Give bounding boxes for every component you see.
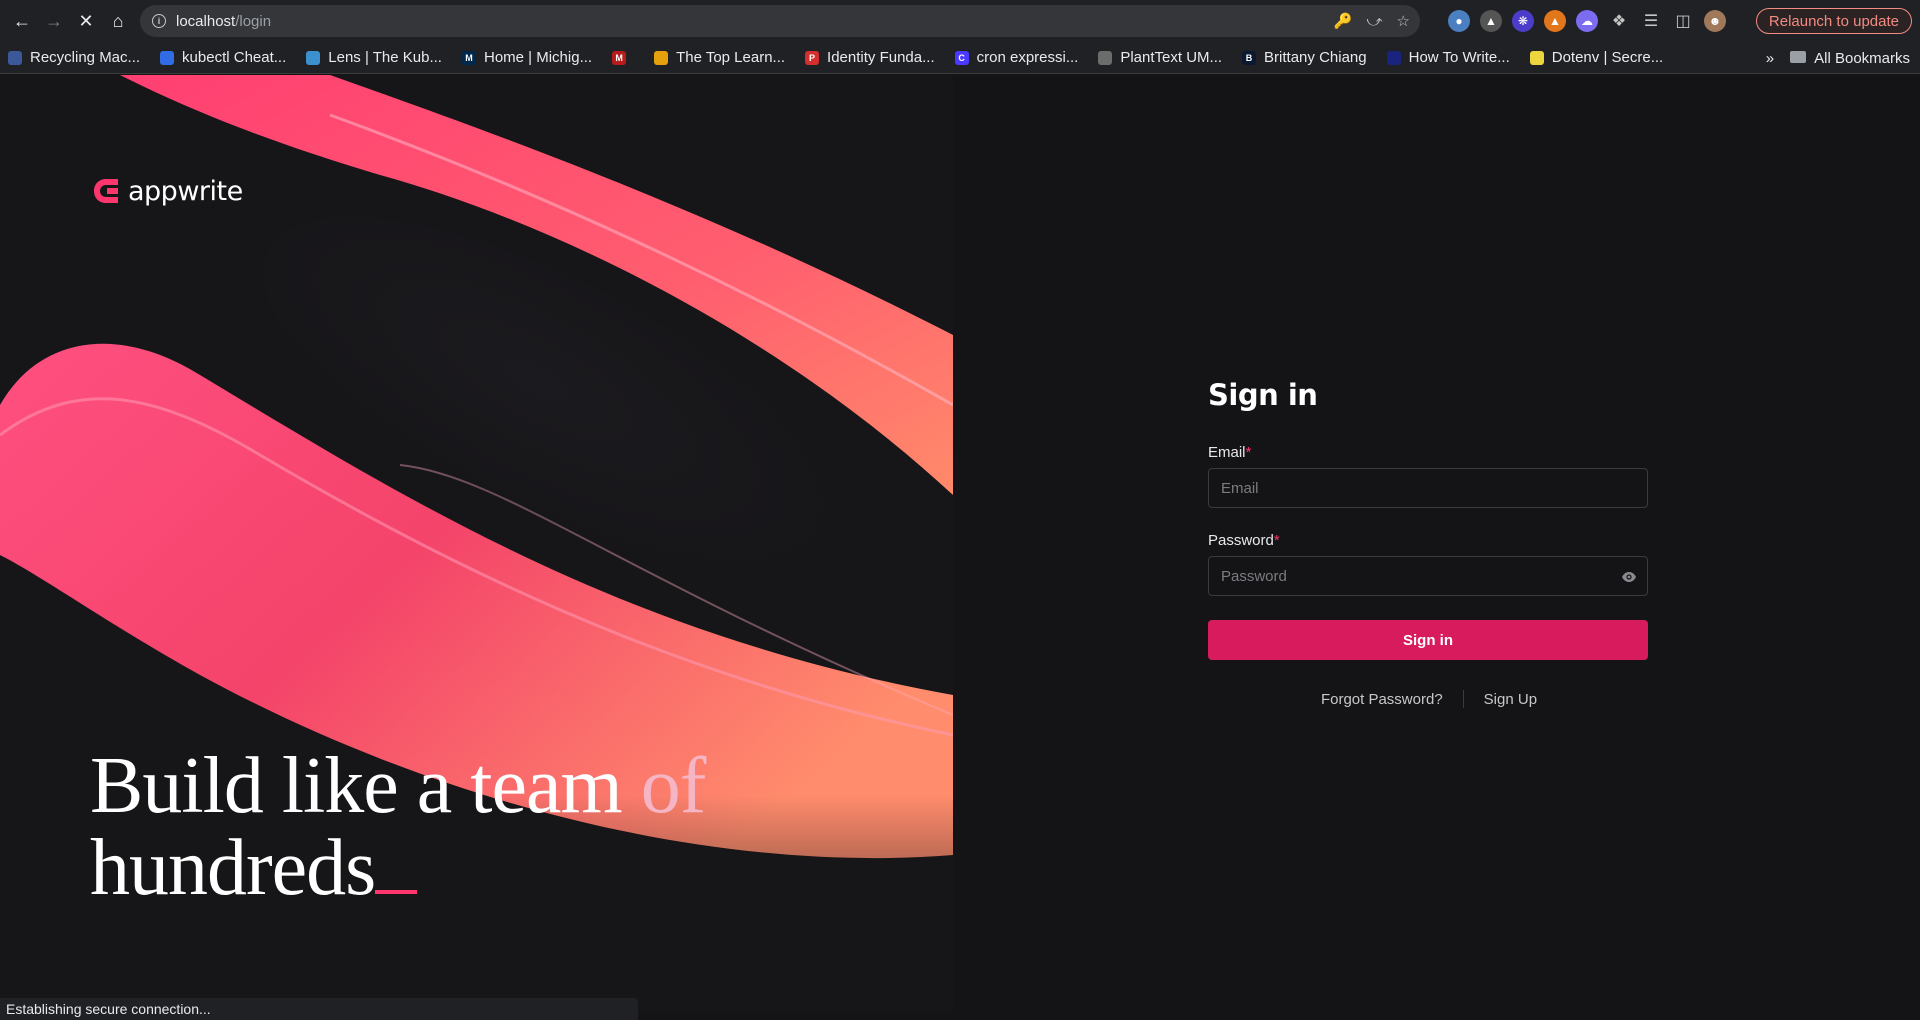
bookmark-label: cron expressi... bbox=[976, 49, 1079, 66]
bookmark-label: Dotenv | Secre... bbox=[1551, 49, 1664, 66]
bookmark-favicon-icon bbox=[1529, 50, 1544, 65]
typing-cursor bbox=[375, 890, 418, 894]
extension-icon[interactable]: ☁ bbox=[1576, 10, 1598, 32]
forgot-password-link[interactable]: Forgot Password? bbox=[1321, 691, 1443, 708]
all-bookmarks-label: All Bookmarks bbox=[1814, 49, 1910, 67]
url-host: localhost bbox=[176, 12, 236, 30]
share-icon[interactable]: ⤻ bbox=[1367, 13, 1383, 30]
metamask-icon[interactable]: ▲ bbox=[1544, 10, 1566, 32]
bookmark-label: How To Write... bbox=[1408, 49, 1510, 66]
bookmark-favicon-icon bbox=[1098, 50, 1113, 65]
bookmark-label: PlantText UM... bbox=[1120, 49, 1223, 66]
password-label: Password* bbox=[1208, 532, 1280, 549]
home-icon[interactable]: ⌂ bbox=[102, 5, 134, 37]
media-controls-icon[interactable]: ☰ bbox=[1640, 10, 1662, 32]
tagline-text: Build like a team bbox=[90, 742, 641, 830]
extension-icon[interactable]: ▲ bbox=[1480, 10, 1502, 32]
bookmark-item[interactable]: The Top Learn... bbox=[654, 49, 785, 66]
all-bookmarks-button[interactable]: All Bookmarks bbox=[1790, 50, 1910, 67]
bookmark-item[interactable]: P Identity Funda... bbox=[805, 49, 935, 66]
relaunch-button[interactable]: Relaunch to update bbox=[1755, 8, 1912, 34]
stop-loading-icon[interactable]: ✕ bbox=[70, 5, 102, 37]
sign-in-button[interactable]: Sign in bbox=[1208, 620, 1648, 660]
auth-links: Forgot Password? Sign Up bbox=[1208, 690, 1650, 708]
bookmark-item[interactable]: M Home | Michig... bbox=[461, 49, 593, 66]
browser-status-bar: Establishing secure connection... bbox=[0, 998, 638, 1020]
bookmark-item[interactable]: PlantText UM... bbox=[1098, 49, 1222, 66]
bookmark-favicon-icon: C bbox=[954, 50, 969, 65]
bookmark-item[interactable]: Dotenv | Secre... bbox=[1529, 49, 1664, 66]
extension-icon[interactable]: ● bbox=[1448, 10, 1470, 32]
email-field[interactable] bbox=[1221, 479, 1601, 497]
password-field-wrapper bbox=[1208, 556, 1648, 596]
bookmark-label: kubectl Cheat... bbox=[182, 49, 287, 66]
bookmark-favicon-icon: M bbox=[461, 50, 476, 65]
bookmark-favicon-icon bbox=[1386, 50, 1401, 65]
page-title: Sign in bbox=[1208, 378, 1318, 412]
login-page: appwrite Build like a team of hundreds E… bbox=[0, 75, 1920, 1020]
bookmark-item[interactable]: Ccron expressi... bbox=[954, 49, 1079, 66]
bookmark-label: Recycling Mac... bbox=[30, 49, 141, 66]
bookmark-label: Home | Michig... bbox=[483, 49, 593, 66]
bookmark-favicon-icon: P bbox=[805, 50, 820, 65]
bookmark-item[interactable]: kubectl Cheat... bbox=[160, 49, 286, 66]
bookmark-star-icon[interactable]: ☆ bbox=[1397, 12, 1410, 30]
url-path: /login bbox=[235, 12, 272, 30]
logo-text: appwrite bbox=[128, 175, 243, 207]
extension-icon[interactable]: ❋ bbox=[1512, 10, 1534, 32]
extensions-bar: ● ▲ ❋ ▲ ☁ ❖ ☰ ◫ ☻ bbox=[1448, 5, 1726, 37]
link-divider bbox=[1462, 690, 1464, 708]
bookmark-item[interactable]: B Brittany Chiang bbox=[1242, 49, 1367, 66]
site-info-icon[interactable]: i bbox=[152, 14, 166, 28]
tagline-text-accent: of bbox=[640, 742, 707, 830]
bookmark-item[interactable]: Recycling Mac... bbox=[8, 49, 140, 66]
password-key-icon[interactable]: 🔑 bbox=[1334, 12, 1353, 30]
tagline-text-line2: hundreds bbox=[90, 824, 376, 912]
bookmark-favicon-icon bbox=[306, 50, 321, 65]
email-field-wrapper bbox=[1208, 468, 1648, 508]
bookmark-label: Lens | The Kub... bbox=[328, 49, 442, 66]
bookmark-favicon-icon: B bbox=[1242, 50, 1257, 65]
browser-toolbar: ← → ✕ ⌂ i localhost/login 🔑 ⤻ ☆ ● ▲ ❋ ▲ … bbox=[0, 0, 1920, 42]
sign-up-link[interactable]: Sign Up bbox=[1484, 691, 1537, 708]
bookmarks-bar: Recycling Mac... kubectl Cheat... Lens | T… bbox=[0, 42, 1920, 74]
bookmark-label: The Top Learn... bbox=[676, 49, 786, 66]
show-password-eye-icon[interactable] bbox=[1621, 569, 1637, 585]
hero-tagline: Build like a team of hundreds bbox=[90, 742, 707, 912]
appwrite-logo-icon bbox=[94, 179, 118, 203]
extensions-puzzle-icon[interactable]: ❖ bbox=[1608, 10, 1630, 32]
bookmark-item[interactable]: M bbox=[612, 50, 634, 65]
required-mark: * bbox=[1245, 444, 1252, 461]
bookmark-favicon-icon bbox=[654, 50, 669, 65]
forward-icon[interactable]: → bbox=[38, 5, 70, 37]
folder-icon bbox=[1790, 50, 1807, 63]
password-field[interactable] bbox=[1221, 567, 1601, 585]
sign-in-form: Sign in Email* Password* Sign in Forgot … bbox=[1208, 378, 1650, 708]
bookmark-label: Brittany Chiang bbox=[1264, 49, 1367, 66]
required-mark: * bbox=[1273, 532, 1280, 549]
bookmark-favicon-icon bbox=[8, 50, 22, 65]
bookmark-item[interactable]: Lens | The Kub... bbox=[306, 49, 442, 66]
address-bar[interactable]: i localhost/login 🔑 ⤻ ☆ bbox=[140, 5, 1420, 37]
email-label: Email* bbox=[1208, 444, 1252, 461]
bookmark-label: Identity Funda... bbox=[827, 49, 935, 66]
back-icon[interactable]: ← bbox=[6, 5, 38, 37]
bookmark-favicon-icon: M bbox=[612, 50, 627, 65]
bookmark-favicon-icon bbox=[160, 50, 175, 65]
hero-panel: appwrite Build like a team of hundreds bbox=[0, 75, 953, 1012]
appwrite-logo: appwrite bbox=[90, 175, 243, 207]
more-bookmarks-button[interactable]: » bbox=[1766, 50, 1774, 67]
bookmarks-overflow: » All Bookmarks bbox=[1766, 42, 1910, 74]
profile-avatar[interactable]: ☻ bbox=[1704, 10, 1726, 32]
bookmark-item[interactable]: How To Write... bbox=[1386, 49, 1510, 66]
side-panel-icon[interactable]: ◫ bbox=[1672, 10, 1694, 32]
